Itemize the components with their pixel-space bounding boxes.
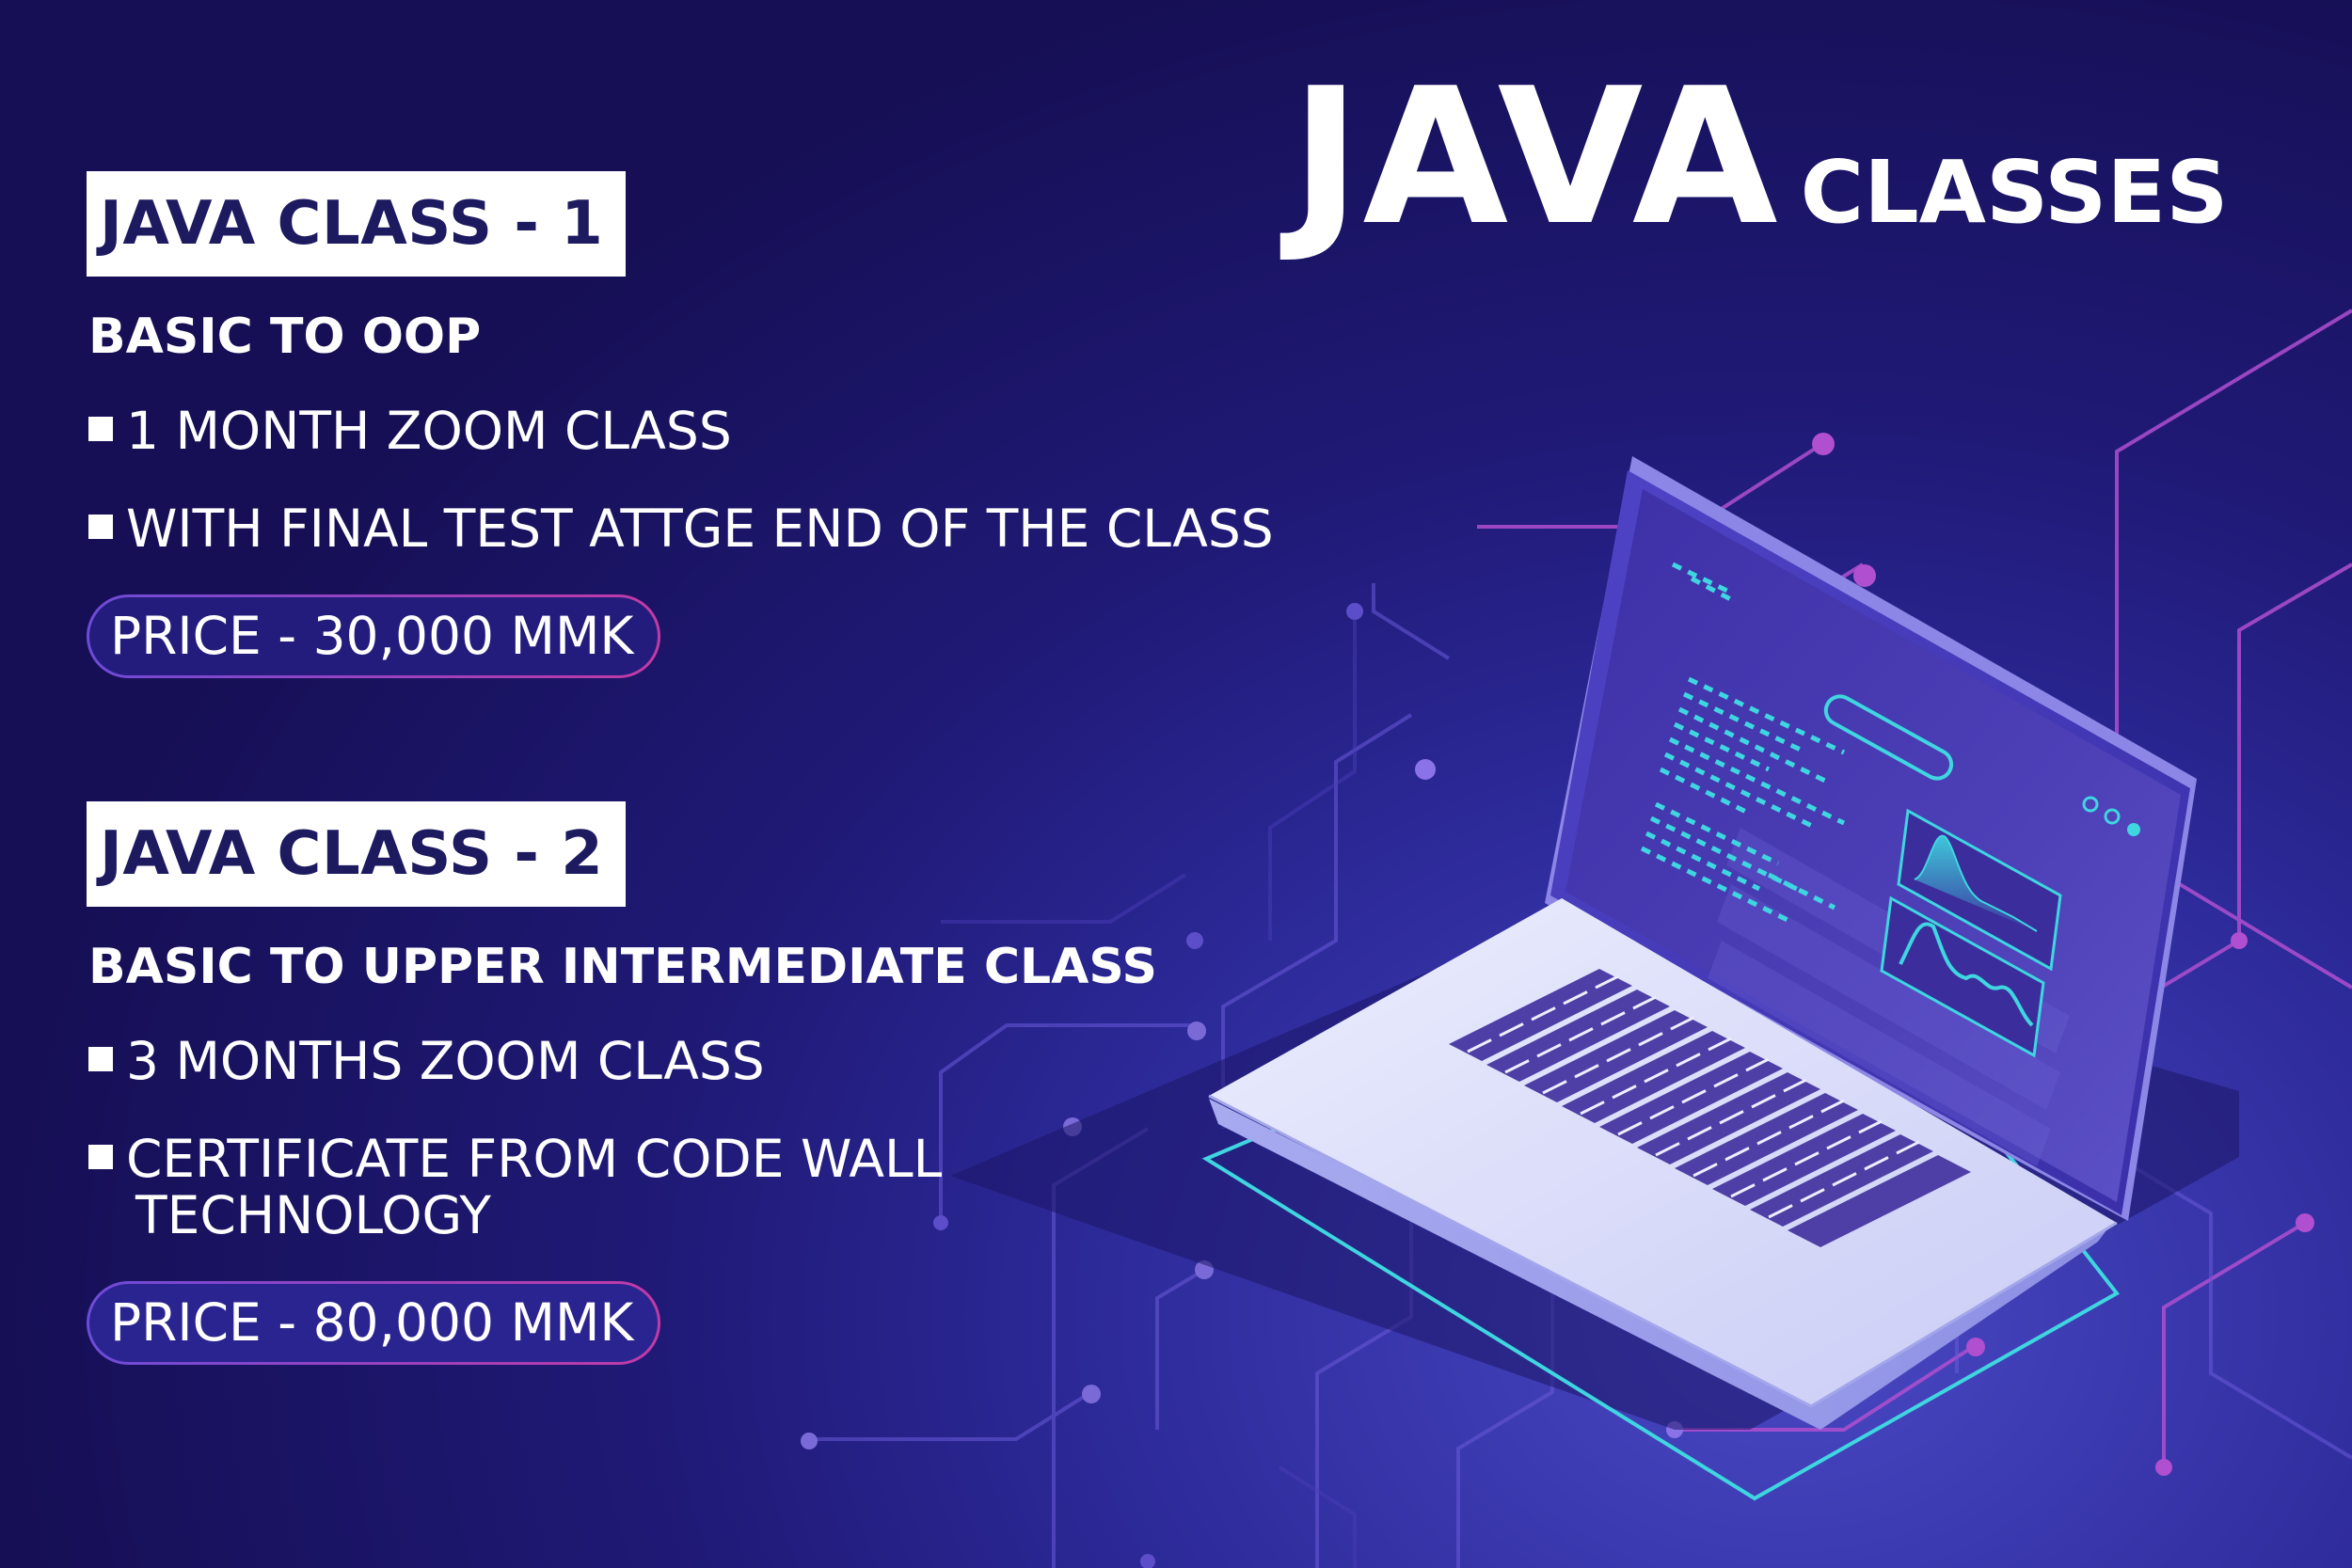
course-bullet-text: TECHNOLOGY xyxy=(135,1185,491,1245)
course-bullet-text: CERTIFICATE FROM CODE WALL xyxy=(126,1129,943,1189)
course-tag: JAVA CLASS - 2 xyxy=(87,801,627,907)
bullet-square-icon xyxy=(88,1145,113,1169)
course-bullet: CERTIFICATE FROM CODE WALL xyxy=(87,1131,1451,1187)
course-subtitle: BASIC TO UPPER INTERMEDIATE CLASS xyxy=(88,939,1157,995)
price-text: PRICE - 80,000 MMK xyxy=(89,1284,659,1362)
course-subtitle: BASIC TO OOP xyxy=(88,309,482,365)
course-tag: JAVA CLASS - 1 xyxy=(87,171,627,277)
course-bullet: 1 MONTH ZOOM CLASS xyxy=(87,403,1451,459)
price-badge: PRICE - 30,000 MMK xyxy=(87,594,661,678)
course-bullet-text: WITH FINAL TEST ATTGE END OF THE CLASS xyxy=(126,499,1274,559)
course-bullet-continuation: TECHNOLOGY xyxy=(87,1187,1451,1243)
course-bullet-text: 3 MONTHS ZOOM CLASS xyxy=(126,1031,765,1091)
course-card-2: JAVA CLASS - 2 BASIC TO UPPER INTERMEDIA… xyxy=(87,801,1451,1365)
price-text: PRICE - 30,000 MMK xyxy=(89,597,659,675)
bullet-square-icon xyxy=(88,515,113,539)
course-bullet: WITH FINAL TEST ATTGE END OF THE CLASS xyxy=(87,500,1451,557)
course-card-1: JAVA CLASS - 1 BASIC TO OOP 1 MONTH ZOOM… xyxy=(87,171,1451,678)
course-bullet-text: 1 MONTH ZOOM CLASS xyxy=(126,401,732,461)
course-bullet: 3 MONTHS ZOOM CLASS xyxy=(87,1033,1451,1089)
headline-sub: CLASSES xyxy=(1800,142,2229,243)
bullet-square-icon xyxy=(88,417,113,441)
bullet-square-icon xyxy=(88,1047,113,1071)
price-badge: PRICE - 80,000 MMK xyxy=(87,1281,661,1365)
